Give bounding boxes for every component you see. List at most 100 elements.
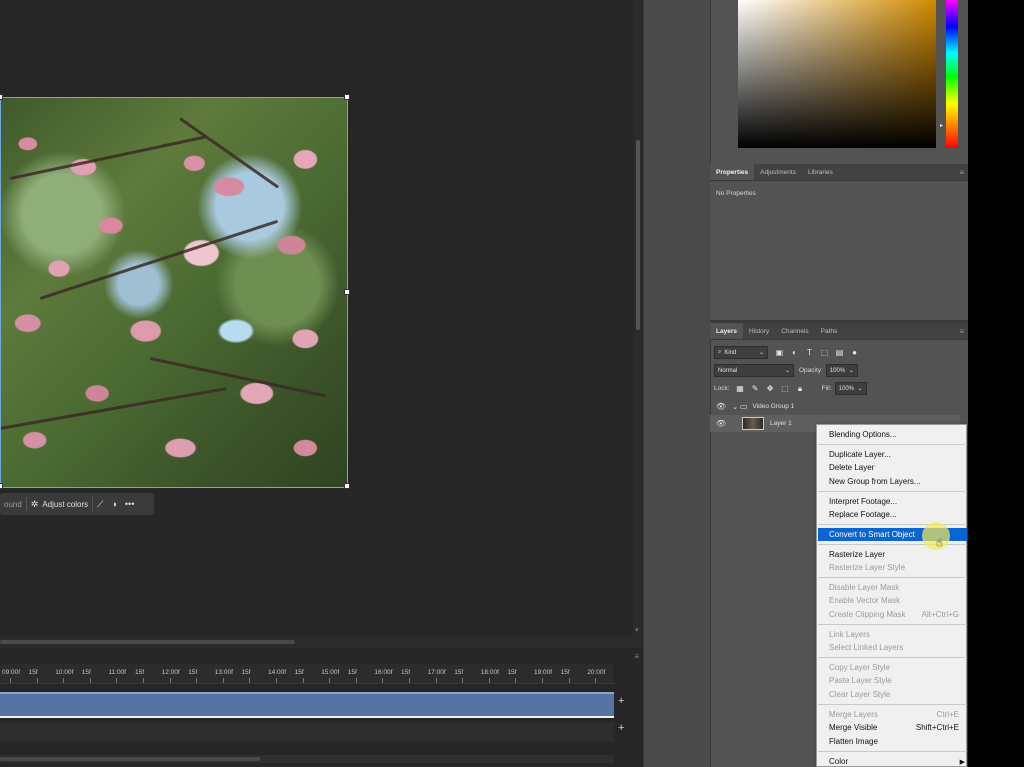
more-options-button[interactable]: •••: [121, 493, 138, 515]
ruler-tick-mark: [515, 678, 517, 683]
tab-layers[interactable]: Layers: [710, 323, 743, 339]
ruler-tick-mark: [249, 678, 251, 683]
menu-separator: [818, 624, 967, 625]
chevron-down-icon: ⌄: [758, 350, 764, 356]
layer-row-video-group[interactable]: 👁︎ ⌄ ▭ Video Group 1: [710, 398, 960, 415]
lock-position-icon[interactable]: ✥: [765, 383, 776, 394]
branch-shape: [39, 219, 279, 300]
eye-icon[interactable]: 👁︎: [714, 402, 728, 411]
timecode-label: 15:00f: [321, 669, 340, 676]
ruler-tick-mark: [382, 678, 384, 683]
transform-button[interactable]: ⟋: [93, 493, 107, 515]
menu-item-disable-layer-mask[interactable]: Disable Layer Mask: [818, 581, 967, 594]
menu-item-enable-vector-mask[interactable]: Enable Vector Mask: [818, 594, 967, 607]
menu-separator: [818, 444, 967, 445]
menu-item-create-clipping-mask[interactable]: Create Clipping Mask Alt+Ctrl+G: [818, 608, 967, 621]
menu-item-rasterize-layer[interactable]: Rasterize Layer: [818, 548, 967, 561]
timecode-label: 15f: [294, 669, 304, 676]
properties-menu-icon[interactable]: ≡: [959, 168, 964, 177]
timeline-menu-icon[interactable]: ≡: [634, 652, 639, 661]
adjustment-layer-button[interactable]: ◑: [107, 493, 120, 515]
menu-item-clear-layer-style[interactable]: Clear Layer Style: [818, 688, 967, 701]
scroll-down-arrow-icon[interactable]: ▾: [635, 626, 639, 634]
layers-menu-icon[interactable]: ≡: [959, 327, 964, 336]
hue-slider-arrow-icon[interactable]: ▸: [940, 122, 943, 129]
adjust-colors-icon: ✲: [30, 498, 39, 509]
remove-background-button[interactable]: ound: [0, 493, 26, 515]
canvas-horizontal-scrollbar[interactable]: [0, 636, 643, 648]
timecode-label: 10:00f: [55, 669, 74, 676]
timeline-ruler[interactable]: 09:00f 15f 10:00f 15f 11:00f 15f 12:00f 15f 13:0…: [0, 664, 614, 684]
menu-item-duplicate-layer[interactable]: Duplicate Layer...: [818, 448, 967, 461]
menu-item-label: Interpret Footage...: [829, 497, 898, 506]
adjust-colors-button[interactable]: ✲ Adjust colors: [27, 493, 92, 515]
menu-item-label: Rasterize Layer: [829, 550, 886, 559]
menu-item-copy-layer-style[interactable]: Copy Layer Style: [818, 661, 967, 674]
contextual-task-bar: ound ✲ Adjust colors ⟋ ◑ •••: [0, 493, 154, 515]
timecode-label: 15f: [81, 669, 91, 676]
menu-item-paste-layer-style[interactable]: Paste Layer Style: [818, 674, 967, 687]
menu-item-select-linked-layers[interactable]: Select Linked Layers: [818, 641, 967, 654]
blend-mode-select[interactable]: Normal ⌄: [714, 364, 794, 377]
lock-image-icon[interactable]: ✎: [750, 383, 761, 394]
menu-item-blending-options[interactable]: Blending Options...: [818, 428, 967, 441]
menu-item-flatten-image[interactable]: Flatten Image: [818, 735, 967, 748]
fill-field[interactable]: 100% ⌄: [834, 382, 867, 395]
tab-properties[interactable]: Properties: [710, 164, 755, 180]
chevron-down-icon[interactable]: ⌄: [732, 403, 738, 411]
lock-transparent-icon[interactable]: ▦: [735, 383, 746, 394]
menu-item-merge-layers[interactable]: Merge Layers Ctrl+E: [818, 708, 967, 721]
menu-item-rasterize-layer-style[interactable]: Rasterize Layer Style: [818, 561, 967, 574]
menu-item-link-layers[interactable]: Link Layers: [818, 628, 967, 641]
tab-history[interactable]: History: [743, 323, 775, 339]
hue-slider[interactable]: [946, 0, 958, 148]
screen-edge: [968, 0, 1024, 767]
lock-all-icon[interactable]: 🔒︎: [795, 383, 806, 394]
canvas-vertical-scrollbar[interactable]: ▾: [633, 0, 643, 636]
opacity-field[interactable]: 100% ⌄: [825, 364, 858, 377]
menu-item-label: Select Linked Layers: [829, 643, 904, 652]
menu-item-label: Rasterize Layer Style: [829, 563, 906, 572]
pixel-filter-icon[interactable]: ▣: [774, 347, 785, 358]
timecode-label: 20:00f: [587, 669, 606, 676]
tab-paths[interactable]: Paths: [815, 323, 844, 339]
tab-channels[interactable]: Channels: [775, 323, 814, 339]
smart-object-filter-icon[interactable]: ▤: [834, 347, 845, 358]
color-picker-field[interactable]: [738, 0, 936, 148]
menu-item-interpret-footage[interactable]: Interpret Footage...: [818, 495, 967, 508]
add-media-plus-icon[interactable]: +: [618, 695, 624, 707]
menu-separator: [818, 704, 967, 705]
add-audio-plus-icon[interactable]: +: [618, 722, 624, 734]
vertical-scroll-thumb[interactable]: [636, 140, 640, 330]
menu-item-label: Replace Footage...: [829, 510, 897, 519]
menu-item-label: Color: [829, 757, 849, 766]
menu-item-merge-visible[interactable]: Merge Visible Shift+Ctrl+E: [818, 721, 967, 734]
search-icon: ⌕: [718, 349, 722, 355]
timecode-label: 15f: [188, 669, 198, 676]
shape-filter-icon[interactable]: ⬚: [819, 347, 830, 358]
filter-kind-select[interactable]: ⌕ Kind ⌄: [714, 346, 768, 359]
timecode-label: 17:00f: [427, 669, 446, 676]
layer-name: Video Group 1: [752, 403, 795, 410]
menu-item-color[interactable]: Color ▶: [818, 755, 967, 767]
menu-item-replace-footage[interactable]: Replace Footage...: [818, 508, 967, 521]
eye-icon[interactable]: 👁︎: [714, 419, 728, 428]
video-track-clip[interactable]: [0, 692, 614, 718]
menu-item-delete-layer[interactable]: Delete Layer: [818, 461, 967, 474]
timeline-scrollbar[interactable]: [0, 755, 614, 763]
lock-artboard-icon[interactable]: ⬚: [780, 383, 791, 394]
adjustment-filter-icon[interactable]: ◐: [789, 347, 800, 358]
tab-adjustments[interactable]: Adjustments: [754, 164, 802, 180]
menu-item-label: Clear Layer Style: [829, 690, 891, 699]
filter-toggle-icon[interactable]: ●: [849, 347, 860, 358]
type-filter-icon[interactable]: T: [804, 347, 815, 358]
menu-item-new-group-from-layers[interactable]: New Group from Layers...: [818, 475, 967, 488]
horizontal-scroll-thumb[interactable]: [0, 640, 295, 644]
tab-libraries[interactable]: Libraries: [802, 164, 839, 180]
filter-kind-label: Kind: [724, 349, 737, 356]
timecode-label: 15f: [454, 669, 464, 676]
audio-track[interactable]: [0, 722, 614, 742]
timeline-scroll-thumb[interactable]: [0, 757, 260, 761]
ruler-tick-mark: [276, 678, 277, 683]
layer-context-menu: Blending Options... Duplicate Layer... D…: [816, 424, 967, 767]
